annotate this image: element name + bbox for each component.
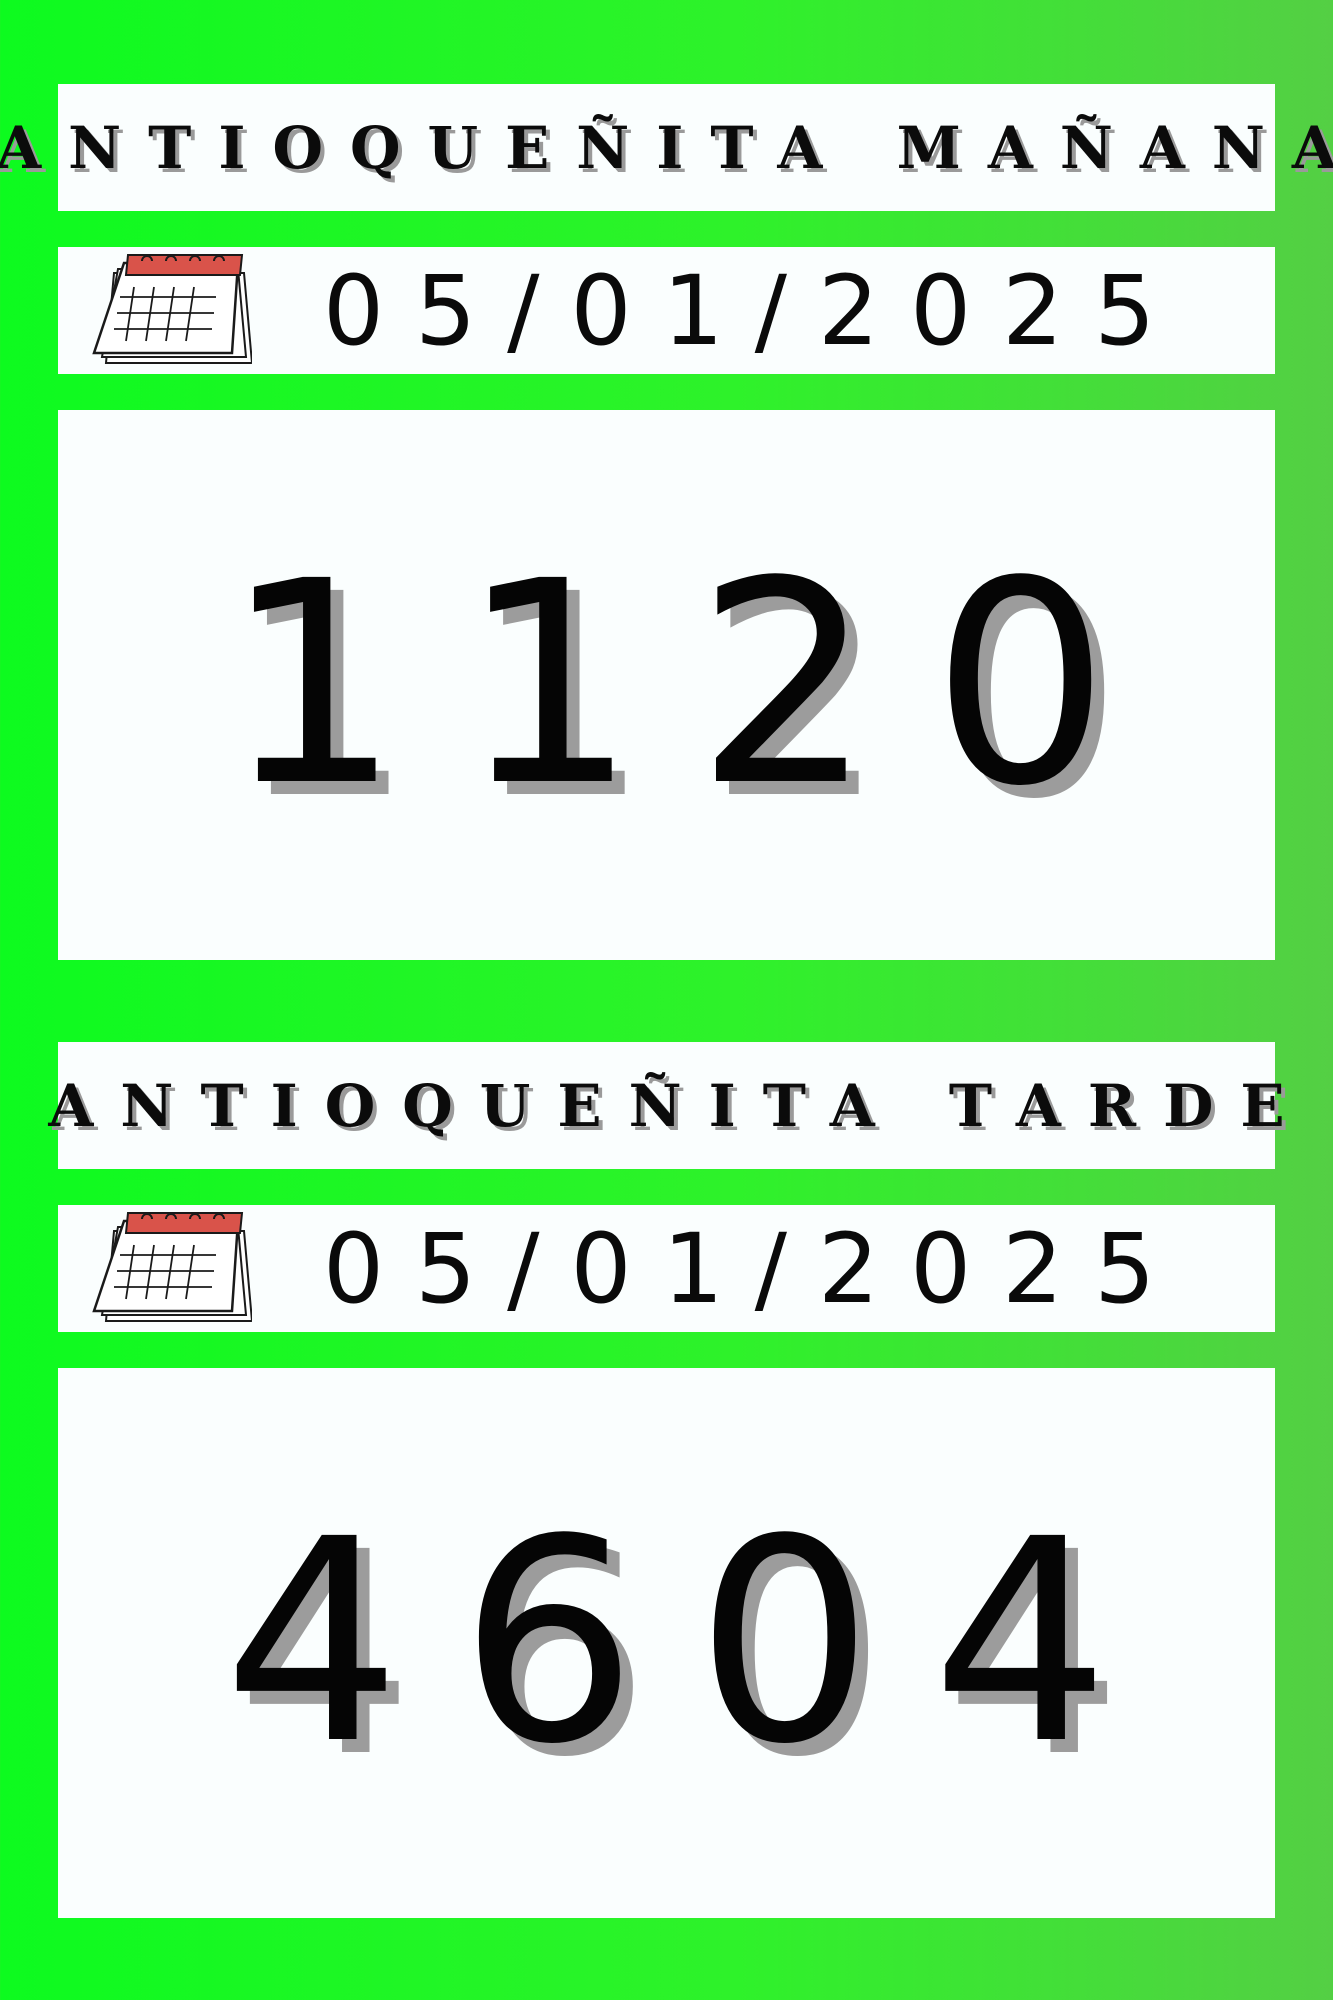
draw-title-tarde: ANTIOQUEÑITA TARDE — [48, 1071, 1312, 1140]
number-panel-manana: 1120 — [58, 410, 1275, 960]
winning-number-manana: 1120 — [223, 522, 1168, 848]
number-panel-tarde: 4604 — [58, 1368, 1275, 1918]
date-panel-manana: 05/01/2025 — [58, 247, 1275, 374]
title-panel-tarde: ANTIOQUEÑITA TARDE — [48, 1042, 1285, 1169]
title-panel-manana: ANTIOQUEÑITA MAÑANA — [0, 84, 1333, 211]
draw-date-manana: 05/01/2025 — [323, 254, 1187, 367]
calendar-icon — [92, 1212, 252, 1322]
winning-number-tarde: 4604 — [223, 1480, 1168, 1806]
draw-date-tarde: 05/01/2025 — [323, 1212, 1187, 1325]
draw-title-manana: ANTIOQUEÑITA MAÑANA — [0, 113, 1333, 182]
calendar-icon — [92, 254, 252, 364]
date-panel-tarde: 05/01/2025 — [58, 1205, 1275, 1332]
